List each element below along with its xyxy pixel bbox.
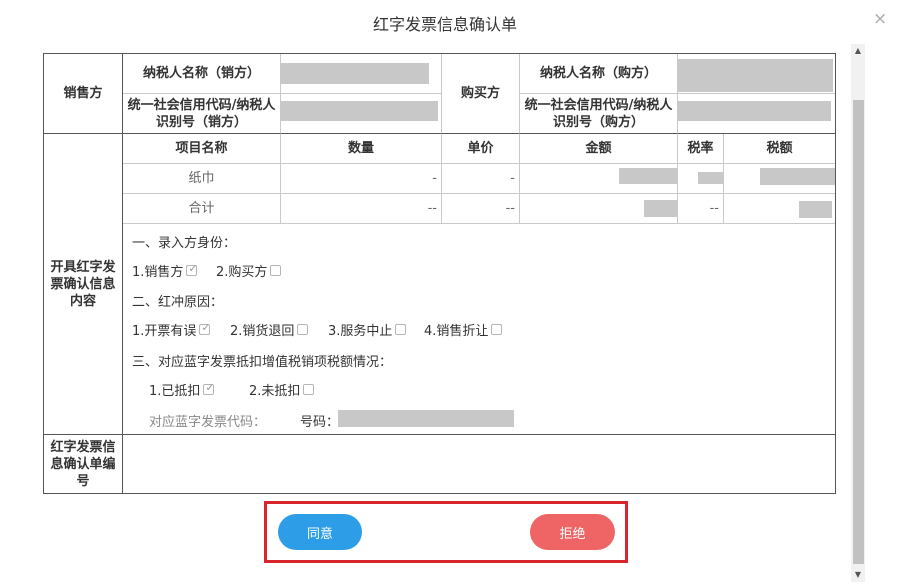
checkbox-deducted[interactable]	[203, 381, 215, 395]
total-tax-amount	[724, 194, 835, 224]
total-unit-price: --	[442, 194, 520, 224]
checkbox-not-deducted[interactable]	[303, 384, 315, 395]
seller-label: 销售方	[44, 54, 123, 134]
option-deducted[interactable]: 1.已抵扣	[149, 380, 215, 399]
header-item-name: 项目名称	[123, 134, 281, 164]
checkbox-invoice-error[interactable]	[199, 321, 211, 335]
option-label: 3.服务中止	[328, 324, 393, 339]
redacted-block	[281, 101, 438, 121]
buyer-label: 购买方	[442, 54, 520, 134]
scrollbar-thumb[interactable]	[853, 100, 864, 564]
buyer-name-value	[678, 54, 835, 94]
seller-name-label: 纳税人名称（销方）	[123, 54, 281, 94]
buyer-name-label: 纳税人名称（购方）	[520, 54, 678, 94]
dialog-title: 红字发票信息确认单	[372, 15, 517, 34]
redacted-block	[281, 63, 429, 84]
seller-id-label: 统一社会信用代码/纳税人识别号（销方）	[123, 94, 281, 134]
section-entry-role: 一、录入方身份：	[132, 236, 237, 251]
option-invoice-error[interactable]: 1.开票有误	[132, 320, 211, 339]
header-tax-rate: 税率	[678, 134, 724, 164]
option-goods-returned[interactable]: 2.销货退回	[230, 320, 309, 339]
option-label: 1.销售方	[132, 265, 184, 280]
content-label: 开具红字发票确认信息内容	[44, 134, 123, 435]
checkbox-sales-discount[interactable]	[491, 324, 503, 335]
header-tax-amount: 税额	[724, 134, 835, 164]
option-buyer[interactable]: 2.购买方	[216, 261, 282, 280]
checkbox-goods-returned[interactable]	[297, 324, 309, 335]
option-label: 2.购买方	[216, 265, 268, 280]
agree-button[interactable]: 同意	[278, 514, 362, 550]
row-quantity: -	[281, 164, 442, 194]
option-sales-discount[interactable]: 4.销售折让	[424, 320, 503, 339]
confirm-no-label: 红字发票信息确认单编号	[44, 435, 123, 493]
seller-id-value	[281, 94, 442, 134]
header-quantity: 数量	[281, 134, 442, 164]
redacted-block	[678, 101, 831, 121]
section-deduction: 三、对应蓝字发票抵扣增值税销项税额情况：	[132, 355, 393, 370]
option-label: 2.销货退回	[230, 324, 295, 339]
blue-invoice-code-label: 对应蓝字发票代码：	[149, 415, 267, 430]
row-unit-price: -	[442, 164, 520, 194]
total-amount	[520, 194, 678, 224]
confirmation-table: 销售方 纳税人名称（销方） 统一社会信用代码/纳税人识别号（销方） 购买方 纳税…	[43, 53, 836, 494]
option-label: 4.销售折让	[424, 324, 489, 339]
checkbox-seller[interactable]	[186, 262, 198, 276]
checkbox-service-stopped[interactable]	[395, 324, 407, 335]
buyer-id-label: 统一社会信用代码/纳税人识别号（购方）	[520, 94, 678, 134]
redacted-block	[799, 201, 832, 218]
row-tax-rate	[678, 164, 724, 194]
redacted-block	[338, 410, 514, 427]
total-quantity: --	[281, 194, 442, 224]
header-unit-price: 单价	[442, 134, 520, 164]
total-label: 合计	[123, 194, 281, 224]
total-tax-rate: --	[678, 194, 724, 224]
seller-name-value	[281, 54, 442, 94]
number-label: 号码：	[300, 415, 340, 430]
header-amount: 金额	[520, 134, 678, 164]
close-icon[interactable]: ×	[873, 10, 887, 28]
option-label: 1.已抵扣	[149, 384, 201, 399]
redacted-block	[760, 168, 835, 185]
buyer-id-value	[678, 94, 835, 134]
row-item-name: 纸巾	[123, 164, 281, 194]
row-tax-amount	[724, 164, 835, 194]
confirm-no-value	[123, 435, 835, 493]
option-service-stopped[interactable]: 3.服务中止	[328, 320, 407, 339]
redacted-block	[619, 168, 677, 184]
redacted-block	[644, 200, 677, 217]
option-not-deducted[interactable]: 2.未抵扣	[249, 380, 315, 399]
scroll-up-icon[interactable]: ▲	[851, 44, 865, 58]
option-seller[interactable]: 1.销售方	[132, 261, 198, 280]
checkbox-buyer[interactable]	[270, 265, 282, 276]
scroll-down-icon[interactable]: ▼	[851, 568, 865, 582]
scrollbar[interactable]: ▲ ▼	[851, 44, 865, 582]
reject-button[interactable]: 拒绝	[530, 514, 615, 550]
option-label: 2.未抵扣	[249, 384, 301, 399]
row-amount	[520, 164, 678, 194]
redacted-block	[698, 172, 723, 184]
option-label: 1.开票有误	[132, 324, 197, 339]
redacted-block	[678, 59, 833, 92]
section-reason: 二、红冲原因：	[132, 295, 224, 310]
